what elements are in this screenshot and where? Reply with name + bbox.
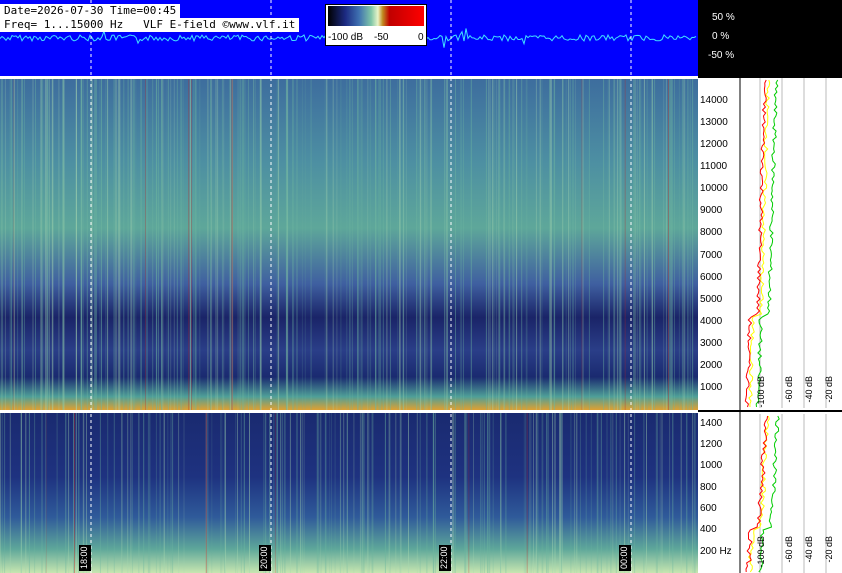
spectrum-profile-line <box>755 79 779 408</box>
time-label: 18:00 <box>79 545 91 571</box>
color-scale-gradient <box>328 6 424 26</box>
frequency-tick-label: 13000 <box>700 117 728 129</box>
time-label: 20:00 <box>259 545 271 571</box>
db-tick-label: -60 dB <box>784 376 794 403</box>
frequency-tick-label: 5000 <box>700 293 723 305</box>
frequency-tick-label: 3000 <box>700 337 723 349</box>
frequency-tick-label: 10000 <box>700 183 728 195</box>
db-tick-label: -20 dB <box>824 536 834 563</box>
frequency-tick-label-lower: 800 <box>700 481 717 493</box>
legend-max-label: 0 <box>418 32 424 43</box>
frequency-tick-label-lower: 1200 <box>700 439 723 450</box>
frequency-info-label: Freq= 1...15000 Hz VLF E-field ©www.vlf.… <box>0 18 300 32</box>
frequency-tick-label-lower: 400 <box>700 524 717 536</box>
db-tick-label: -100 dB <box>756 536 766 568</box>
db-tick-label: -40 dB <box>804 536 814 563</box>
frequency-tick-label: 4000 <box>700 315 723 327</box>
waveform-tick-bottom: -50 % <box>708 50 735 61</box>
waveform-panel: Date=2026-07-30 Time=00:45 Freq= 1...150… <box>0 0 698 76</box>
db-tick-label: -20 dB <box>824 376 834 403</box>
db-tick-label: -100 dB <box>756 376 766 408</box>
frequency-tick-label-lower: 1400 <box>700 417 723 429</box>
time-label: 00:00 <box>619 545 631 571</box>
time-label: 22:00 <box>439 545 451 571</box>
frequency-tick-label: 7000 <box>700 249 723 261</box>
frequency-tick-label: 2000 <box>700 359 723 371</box>
waveform-tick-top: 50 % <box>712 12 735 23</box>
frequency-tick-label: 9000 <box>700 205 723 217</box>
frequency-tick-label: 1000 <box>700 381 723 393</box>
frequency-tick-label-lower: 1000 <box>700 460 723 472</box>
legend-mid-label: -50 <box>374 32 389 43</box>
frequency-tick-label: 12000 <box>700 139 728 151</box>
frequency-tick-label-lower: 600 <box>700 503 717 514</box>
db-tick-label: -60 dB <box>784 536 794 563</box>
date-time-label: Date=2026-07-30 Time=00:45 <box>0 4 181 18</box>
waveform-axis: 50 % 0 % -50 % <box>698 0 842 76</box>
color-scale-legend: -100 dB -50 0 <box>325 4 427 46</box>
frequency-tick-label: 8000 <box>700 227 723 239</box>
frequency-tick-label: 11000 <box>700 161 728 173</box>
waveform-tick-mid: 0 % <box>712 31 730 42</box>
time-gridlines <box>90 78 632 573</box>
frequency-tick-label: 6000 <box>700 271 723 283</box>
legend-min-label: -100 dB <box>328 32 364 43</box>
db-tick-label: -40 dB <box>804 376 814 403</box>
frequency-tick-label-lower: 200 Hz <box>700 545 732 557</box>
frequency-tick-label: 14000 <box>700 95 728 107</box>
